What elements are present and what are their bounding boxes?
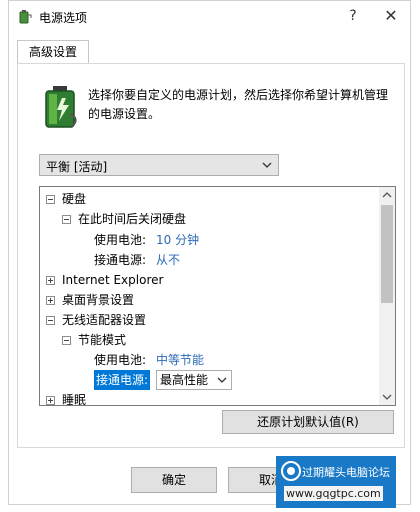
ok-button[interactable]: 确定 <box>131 467 217 493</box>
help-button[interactable]: ? <box>340 5 366 27</box>
advanced-settings-panel: 选择你要自定义的电源计划，然后选择你希望计算机管理的电源设置。 平衡 [活动] … <box>17 63 405 448</box>
description-text: 选择你要自定义的电源计划，然后选择你希望计算机管理的电源设置。 <box>88 88 389 121</box>
setting-on-battery[interactable]: 使用电池: 10 分钟 <box>94 230 244 250</box>
watermark-title: 过期耀头电脑论坛 <box>302 466 390 479</box>
plugged-in-dropdown[interactable]: 最高性能 <box>156 370 232 390</box>
scrollbar-thumb[interactable] <box>381 205 393 303</box>
setting-plugged-in-selected[interactable]: 接通电源: 最高性能 <box>94 370 244 390</box>
tree-item-label: 节能模式 <box>78 333 127 347</box>
tree-item-label: 硬盘 <box>62 192 87 206</box>
collapse-icon[interactable] <box>46 316 55 325</box>
tree-item-label: 桌面背景设置 <box>62 293 135 307</box>
setting-value[interactable]: 中等节能 <box>156 350 204 370</box>
watermark-logo-icon <box>281 461 301 481</box>
site-watermark: 过期耀头电脑论坛 www.gqgtpc.com <box>276 456 396 508</box>
window-title: 电源选项 <box>39 11 88 25</box>
setting-on-battery[interactable]: 使用电池: 中等节能 <box>94 350 244 370</box>
expand-icon[interactable] <box>46 396 55 405</box>
vertical-scrollbar[interactable] <box>379 187 395 405</box>
title-bar: 电源选项 ? ✕ <box>9 1 410 33</box>
chevron-down-icon <box>217 377 227 383</box>
expand-icon[interactable] <box>46 276 55 285</box>
setting-label: 使用电池: <box>94 353 147 367</box>
scroll-down-icon[interactable] <box>379 389 395 405</box>
restore-defaults-button[interactable]: 还原计划默认值(R) <box>222 410 394 434</box>
setting-value[interactable]: 10 分钟 <box>156 230 199 250</box>
power-options-window: 电源选项 ? ✕ 高级设置 选择你要自定义的电源计划，然后选择你希望计算机管理的… <box>8 0 411 505</box>
tab-advanced-settings[interactable]: 高级设置 <box>17 40 89 64</box>
scroll-up-icon[interactable] <box>379 187 395 203</box>
setting-label-selected: 接通电源: <box>94 370 151 390</box>
power-settings-tree[interactable]: 硬盘 在此时间后关闭硬盘 使用电池: 10 分钟 接通电源: 从不 Intern… <box>39 186 396 406</box>
collapse-icon[interactable] <box>62 336 71 345</box>
collapse-icon[interactable] <box>46 195 55 204</box>
tree-item-label: 睡眠 <box>62 393 87 406</box>
close-button[interactable]: ✕ <box>378 5 404 27</box>
expand-icon[interactable] <box>46 296 55 305</box>
setting-label: 使用电池: <box>94 233 147 247</box>
setting-value[interactable]: 从不 <box>156 250 180 270</box>
tree-item-label: 无线适配器设置 <box>62 313 147 327</box>
power-options-icon <box>19 10 32 24</box>
watermark-url: www.gqgtpc.com <box>284 486 383 501</box>
battery-plan-icon <box>45 86 77 128</box>
power-plan-dropdown[interactable]: 平衡 [活动] <box>39 154 279 176</box>
collapse-icon[interactable] <box>62 215 71 224</box>
setting-label: 接通电源: <box>94 253 147 267</box>
tree-item-label: Internet Explorer <box>62 273 164 287</box>
tree-item-label: 在此时间后关闭硬盘 <box>78 212 187 226</box>
chevron-down-icon <box>262 162 272 168</box>
plugged-in-dropdown-value: 最高性能 <box>160 373 209 387</box>
power-plan-value: 平衡 [活动] <box>46 160 108 174</box>
setting-plugged-in[interactable]: 接通电源: 从不 <box>94 250 244 270</box>
